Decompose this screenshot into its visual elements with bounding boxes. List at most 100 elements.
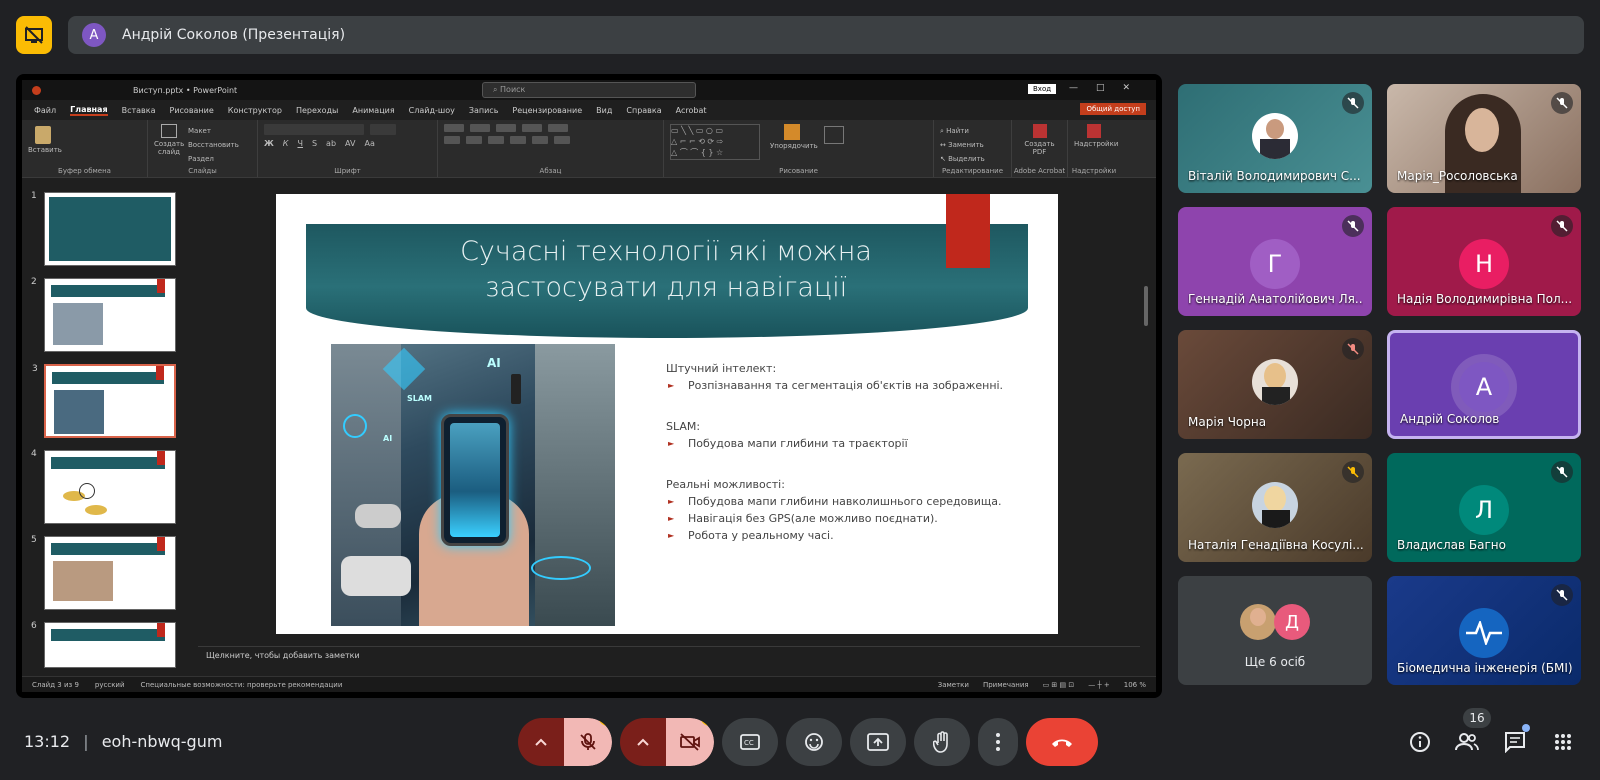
mic-toggle-button[interactable]: ! bbox=[564, 718, 612, 766]
find-button[interactable]: ⌕ Найти bbox=[940, 124, 1005, 138]
zoom-slider[interactable]: — ┼ + bbox=[1088, 681, 1110, 689]
participant-tile[interactable]: Марія Чорна bbox=[1178, 330, 1372, 439]
tab-review[interactable]: Рецензирование bbox=[512, 106, 582, 115]
reactions-button[interactable] bbox=[786, 718, 842, 766]
ribbon-drawing: ▭ ╲ ╲ ▭ ○ ▭ △ ⌐ ⌐ ⟲ ⟳ ⇨ △ ⌒ ⌒ { } ☆ Упоряд… bbox=[664, 120, 934, 177]
tab-draw[interactable]: Рисование bbox=[170, 106, 214, 115]
pp-window-controls[interactable]: —□✕ bbox=[1069, 83, 1148, 93]
tab-animation[interactable]: Анимация bbox=[352, 106, 394, 115]
participant-tile[interactable]: Марія_Росоловська bbox=[1387, 84, 1581, 193]
slide-thumbnails: 1 2 3 4 5 6 bbox=[22, 186, 198, 670]
slide-thumb-number: 6 bbox=[31, 621, 37, 631]
slide-thumb[interactable]: 6 bbox=[31, 621, 176, 668]
slide-thumb[interactable]: 2 bbox=[31, 277, 176, 352]
paste-button[interactable]: Вставить bbox=[28, 126, 62, 154]
participant-tile[interactable]: Віталій Володимирович С... bbox=[1178, 84, 1372, 193]
notes-area[interactable]: Щелкните, чтобы добавить заметки bbox=[198, 646, 1140, 668]
slide-thumb[interactable]: 3 bbox=[32, 364, 176, 438]
tab-slideshow[interactable]: Слайд-шоу bbox=[409, 106, 455, 115]
mic-off-icon bbox=[580, 733, 596, 750]
more-participants-tile[interactable]: Д Ще 6 осіб bbox=[1178, 576, 1372, 685]
slide-thumb[interactable]: 5 bbox=[31, 535, 176, 610]
image-label-ai2: AI bbox=[383, 434, 393, 443]
zoom-level[interactable]: 106 % bbox=[1124, 681, 1146, 689]
participant-tile-self[interactable]: А Андрій Соколов bbox=[1387, 330, 1581, 439]
camera-toggle-button[interactable]: ! bbox=[666, 718, 714, 766]
accessibility-status[interactable]: Специальные возможности: проверьте реком… bbox=[141, 681, 343, 689]
new-slide-button[interactable]: Создать слайд bbox=[154, 124, 184, 166]
chat-icon bbox=[1505, 732, 1525, 753]
arrange-button[interactable]: Упорядочить bbox=[770, 124, 818, 160]
captions-button[interactable]: CC bbox=[722, 718, 778, 766]
slide-thumb-number: 3 bbox=[32, 364, 38, 374]
addins-button[interactable]: Надстройки bbox=[1074, 124, 1118, 148]
arrange-icon bbox=[784, 124, 800, 140]
view-buttons[interactable]: ▭ ⊞ ▤ ⊡ bbox=[1043, 681, 1075, 689]
meeting-details-button[interactable] bbox=[1408, 730, 1432, 754]
tab-acrobat[interactable]: Acrobat bbox=[676, 106, 707, 115]
people-button[interactable] bbox=[1455, 730, 1479, 754]
pp-share-button[interactable]: Общий доступ bbox=[1080, 103, 1146, 115]
notes-toggle[interactable]: Заметки bbox=[938, 681, 969, 689]
tab-help[interactable]: Справка bbox=[626, 106, 661, 115]
mic-off-icon bbox=[1342, 461, 1364, 483]
tab-view[interactable]: Вид bbox=[596, 106, 612, 115]
layout-button[interactable]: Макет bbox=[188, 124, 239, 138]
shapes-gallery[interactable]: ▭ ╲ ╲ ▭ ○ ▭ △ ⌐ ⌐ ⟲ ⟳ ⇨ △ ⌒ ⌒ { } ☆ bbox=[670, 124, 760, 160]
leave-call-button[interactable] bbox=[1026, 718, 1098, 766]
comments-toggle[interactable]: Примечания bbox=[983, 681, 1029, 689]
participant-tile[interactable]: Г Геннадій Анатолійович Ля... bbox=[1178, 207, 1372, 316]
participant-avatar: А bbox=[1459, 361, 1509, 412]
participant-name: Надія Володимирівна Пол... bbox=[1397, 292, 1572, 306]
pp-signin-button[interactable]: Вход bbox=[1028, 84, 1057, 94]
tab-record[interactable]: Запись bbox=[469, 106, 499, 115]
warning-icon: ! bbox=[598, 718, 612, 726]
present-button[interactable] bbox=[850, 718, 906, 766]
tab-home[interactable]: Главная bbox=[70, 105, 108, 116]
current-slide[interactable]: Сучасні технології які можна застосувати … bbox=[276, 194, 1058, 634]
slide-thumb[interactable]: 4 bbox=[31, 449, 176, 524]
meeting-code: eoh-nbwq-gum bbox=[101, 732, 223, 751]
select-button[interactable]: ↖ Выделить bbox=[940, 152, 1005, 166]
people-icon bbox=[1455, 733, 1479, 751]
create-pdf-button[interactable]: Создать PDF bbox=[1018, 124, 1061, 156]
tab-insert[interactable]: Вставка bbox=[122, 106, 156, 115]
reset-button[interactable]: Восстановить bbox=[188, 138, 239, 152]
font-format-buttons[interactable]: Ж К Ч Sab AV Aa bbox=[264, 139, 431, 148]
tab-design[interactable]: Конструктор bbox=[228, 106, 282, 115]
more-options-button[interactable] bbox=[978, 718, 1018, 766]
pp-search-input[interactable]: ⌕ Поиск bbox=[482, 82, 696, 98]
presentation-status-button[interactable] bbox=[16, 16, 52, 54]
video-options-button[interactable] bbox=[620, 718, 666, 766]
activities-button[interactable] bbox=[1551, 730, 1575, 754]
raise-hand-button[interactable] bbox=[914, 718, 970, 766]
chat-button[interactable] bbox=[1503, 730, 1527, 754]
language[interactable]: русский bbox=[95, 681, 125, 689]
section-button[interactable]: Раздел bbox=[188, 152, 239, 166]
participant-tile[interactable]: Н Надія Володимирівна Пол... bbox=[1387, 207, 1581, 316]
mic-off-icon bbox=[1551, 92, 1573, 114]
presenter-banner[interactable]: А Андрій Соколов (Презентація) bbox=[68, 16, 1584, 54]
meeting-info: 13:12 | eoh-nbwq-gum bbox=[24, 732, 223, 751]
camera-off-icon bbox=[680, 733, 700, 751]
participant-tile[interactable]: Біомедична інженерія (БМІ) bbox=[1387, 576, 1581, 685]
ribbon-label: Редактирование bbox=[941, 167, 1004, 175]
quick-styles-button[interactable] bbox=[824, 126, 844, 144]
slide-thumb[interactable]: 1 bbox=[31, 191, 176, 266]
participant-tile[interactable]: Л Владислав Багно bbox=[1387, 453, 1581, 562]
pp-filename: Виступ.pptx • PowerPoint bbox=[133, 85, 238, 95]
bullet-item: Навігація без GPS(але можливо поєднати). bbox=[666, 512, 1046, 525]
replace-button[interactable]: ↔ Заменить bbox=[940, 138, 1005, 152]
addins-icon bbox=[1087, 124, 1101, 138]
participant-name: Андрій Соколов bbox=[1400, 412, 1500, 426]
new-slide-icon bbox=[161, 124, 177, 138]
tab-file[interactable]: Файл bbox=[34, 106, 56, 115]
pp-ribbon: Вставить Буфер обмена Создать слайд Маке… bbox=[22, 120, 1156, 178]
present-screen-icon bbox=[867, 733, 889, 751]
mic-off-icon bbox=[1342, 92, 1364, 114]
participant-tile[interactable]: Наталія Генадіївна Косулі... bbox=[1178, 453, 1372, 562]
section-heading: Штучний інтелект: bbox=[666, 362, 777, 375]
tab-transitions[interactable]: Переходы bbox=[296, 106, 338, 115]
slide-scrollbar[interactable] bbox=[1142, 186, 1150, 636]
audio-options-button[interactable] bbox=[518, 718, 564, 766]
